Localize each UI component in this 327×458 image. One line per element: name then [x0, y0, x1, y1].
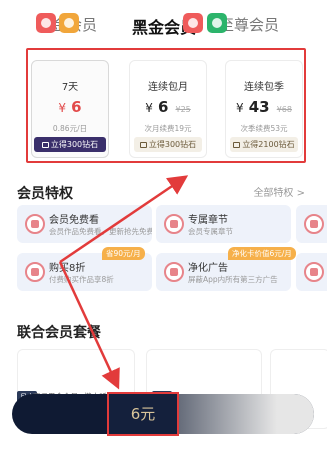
discount-icon — [25, 262, 45, 282]
privilege-name: 会员免费看 — [49, 215, 99, 226]
currency-symbol: ¥ — [58, 101, 67, 115]
currency-symbol: ¥ — [145, 101, 153, 115]
privilege-desc: 付费购买作品享8折 — [49, 275, 114, 284]
currency-symbol: ¥ — [236, 101, 244, 115]
tab-supreme[interactable]: 至尊会员 — [219, 14, 279, 35]
plan-card-monthly[interactable]: 连续包月 ¥ 6 ¥25 次月续费19元 立得300钻石 — [129, 60, 207, 158]
privilege-icon — [304, 262, 324, 282]
plan-subtext: 次季续费53元 — [240, 124, 288, 133]
privilege-exclusive-chapters[interactable]: 专属章节 会员专属章节 — [156, 205, 291, 243]
free-read-icon — [25, 214, 45, 234]
plan-bonus-label: 立得2100钻石 — [242, 140, 295, 149]
partner-app-icon — [207, 13, 227, 33]
plan-bonus-label: 立得300钻石 — [50, 140, 99, 149]
plan-card-quarterly[interactable]: 连续包季 ¥ 43 ¥68 次季续费53元 立得2100钻石 — [225, 60, 303, 158]
plan-title: 连续包季 — [244, 82, 284, 93]
price-value: 43 — [248, 98, 270, 116]
plan-bonus-label: 立得300钻石 — [148, 140, 197, 149]
plan-subtext: 次月续费19元 — [144, 124, 192, 133]
plan-bonus-button[interactable]: 立得2100钻石 — [230, 137, 298, 152]
audiobook-app-icon — [59, 13, 79, 33]
savings-badge: 省90元/月 — [102, 247, 145, 260]
gift-icon — [233, 142, 241, 148]
gift-icon — [41, 142, 49, 148]
privilege-more-2[interactable] — [296, 253, 327, 291]
privilege-icon — [304, 214, 324, 234]
plan-price: ¥ 43 ¥68 — [226, 97, 302, 116]
gift-icon — [139, 142, 147, 148]
privilege-desc: 会员作品免费看，更新抢先免费 — [49, 227, 152, 236]
chapter-icon — [164, 214, 184, 234]
price-value: 6 — [71, 98, 82, 116]
privilege-desc: 屏蔽App内所有第三方广告 — [188, 275, 278, 284]
privilege-desc: 会员专属章节 — [188, 227, 233, 236]
privilege-free-read[interactable]: 会员免费看 会员作品免费看，更新抢先免费 — [17, 205, 152, 243]
privilege-name: 净化广告 — [188, 263, 228, 274]
privilege-name: 购买8折 — [49, 263, 86, 274]
plan-title: 连续包月 — [148, 82, 188, 93]
comic-app-icon — [183, 13, 203, 33]
plan-price: ¥ 6 ¥25 — [130, 97, 206, 116]
combo-title: 联合会员套餐 — [17, 325, 101, 341]
all-privileges-link[interactable]: 全部特权 > — [253, 184, 305, 199]
ad-block-icon — [164, 262, 184, 282]
plan-subtext: 0.86元/日 — [52, 124, 88, 133]
pay-bar-fade — [172, 394, 314, 434]
plan-bonus-button[interactable]: 立得300钻石 — [134, 137, 202, 152]
privileges-title: 会员特权 — [17, 186, 73, 202]
plan-title: 7天 — [61, 82, 79, 93]
plan-card-7days[interactable]: 7天 ¥ 6 0.86元/日 立得300钻石 — [31, 60, 109, 158]
plan-price: ¥ 6 — [32, 97, 108, 116]
privilege-more-1[interactable] — [296, 205, 327, 243]
original-price: ¥68 — [276, 105, 292, 114]
plan-bonus-button[interactable]: 立得300钻石 — [34, 137, 106, 152]
price-value: 6 — [157, 98, 169, 116]
comic-app-icon — [36, 13, 56, 33]
original-price: ¥25 — [175, 105, 191, 114]
ad-card-badge: 净化卡价值6元/月 — [228, 247, 296, 260]
pay-price-button[interactable]: 6元 — [107, 392, 179, 436]
privilege-name: 专属章节 — [188, 215, 228, 226]
